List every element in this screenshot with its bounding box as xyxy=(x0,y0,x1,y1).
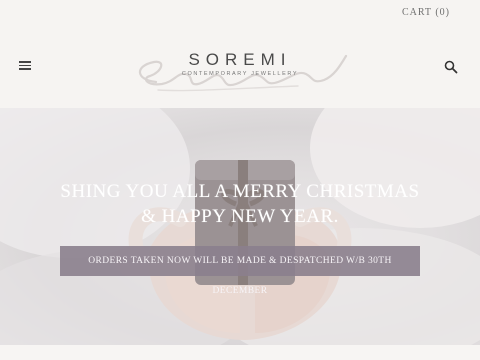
cart-link[interactable]: CART (0) xyxy=(402,7,450,18)
hero-title-line2: & HAPPY NEW YEAR. xyxy=(141,206,339,227)
page-bottom-strip xyxy=(0,345,480,360)
orders-cta-button[interactable]: ORDERS TAKEN NOW WILL BE MADE & DESPATCH… xyxy=(60,246,420,296)
site-header: SOREMI CONTEMPORARY JEWELLERY xyxy=(0,28,480,108)
search-icon[interactable] xyxy=(444,60,458,74)
menu-line xyxy=(19,64,31,67)
hamburger-menu-icon[interactable] xyxy=(19,60,31,70)
hero-title-line1: SHING YOU ALL A MERRY CHRISTMAS xyxy=(60,181,420,202)
menu-line xyxy=(19,68,31,70)
top-bar: CART (0) xyxy=(0,0,480,28)
hero-banner: SHING YOU ALL A MERRY CHRISTMAS & HAPPY … xyxy=(0,108,480,345)
logo-name: SOREMI xyxy=(188,50,292,69)
menu-line xyxy=(19,61,31,63)
site-logo[interactable]: SOREMI CONTEMPORARY JEWELLERY xyxy=(128,36,352,100)
logo-tagline: CONTEMPORARY JEWELLERY xyxy=(181,71,299,77)
